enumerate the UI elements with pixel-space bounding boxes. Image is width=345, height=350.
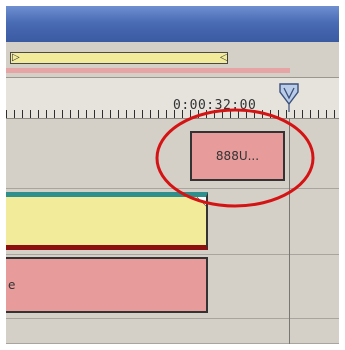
work-area-bar[interactable]: [10, 52, 228, 64]
ruler-ticks: [6, 110, 339, 118]
pink-clip-label: e: [8, 278, 16, 292]
screenshot-root: ▷ ◁ 0:00:32:00 888U... e: [0, 0, 345, 350]
work-area-end-icon[interactable]: ◁: [220, 51, 228, 65]
render-progress-line: [6, 68, 290, 73]
short-clip-label: 888U...: [215, 149, 260, 163]
short-clip[interactable]: 888U...: [190, 131, 285, 181]
title-bar: [6, 6, 339, 42]
clip-corner-fold: [192, 197, 206, 208]
pink-clip[interactable]: e: [6, 257, 208, 313]
time-ruler[interactable]: 0:00:32:00: [6, 78, 339, 119]
playhead-marker-icon[interactable]: [278, 82, 300, 112]
work-area-band: ▷ ◁: [6, 44, 339, 78]
work-area-start-icon[interactable]: ▷: [12, 51, 20, 65]
yellow-clip[interactable]: [6, 192, 208, 250]
playhead-line: [289, 118, 290, 344]
timeline-panel: ▷ ◁ 0:00:32:00 888U... e: [6, 6, 339, 344]
